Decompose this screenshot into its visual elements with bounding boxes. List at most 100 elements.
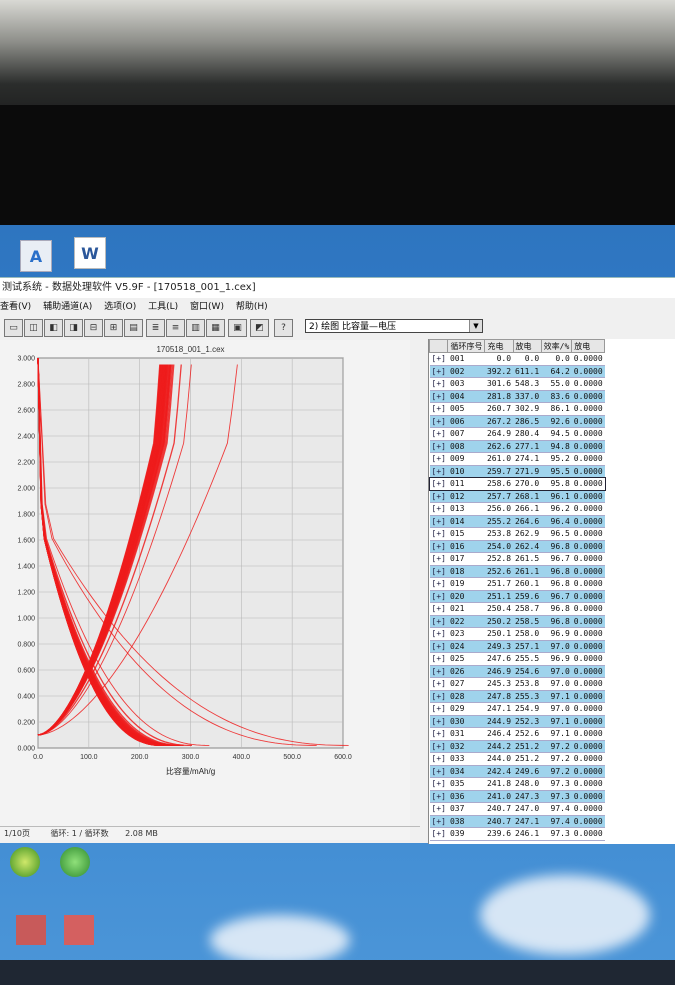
- toolbar-button-icon[interactable]: ⊞: [104, 319, 123, 337]
- toolbar-button-icon[interactable]: ≡: [166, 319, 185, 337]
- toolbar-button-icon[interactable]: ≣: [146, 319, 165, 337]
- table-row[interactable]: [+] 024 249.3 257.1 97.0 0.0000: [429, 640, 605, 653]
- expand-icon[interactable]: [+]: [429, 502, 448, 516]
- menu-window[interactable]: 窗口(W): [190, 302, 224, 312]
- expand-icon[interactable]: [+]: [429, 727, 448, 741]
- table-row[interactable]: [+] 030 244.9 252.3 97.1 0.0000: [429, 715, 605, 728]
- cycle-table-panel[interactable]: 循环序号 充电 放电 效率/% 放电 [+] 001 0.0 0.0 0.0 0.0000 [+] 0…: [428, 339, 675, 844]
- table-header-cell[interactable]: 放电: [571, 339, 606, 353]
- expand-icon[interactable]: [+]: [429, 602, 448, 616]
- table-header-cell[interactable]: 效率/%: [540, 339, 573, 353]
- table-row[interactable]: [+] 034 242.4 249.6 97.2 0.0000: [429, 765, 605, 778]
- table-row[interactable]: [+] 019 251.7 260.1 96.8 0.0000: [429, 577, 605, 591]
- toolbar-button-icon[interactable]: ▥: [186, 319, 205, 337]
- expand-icon[interactable]: [+]: [429, 615, 448, 628]
- expand-icon[interactable]: [+]: [429, 427, 448, 441]
- expand-icon[interactable]: [+]: [429, 740, 448, 753]
- plot-type-select[interactable]: 2) 绘图 比容量—电压 ▼: [305, 319, 483, 333]
- table-row[interactable]: [+] 008 262.6 277.1 94.8 0.0000: [429, 440, 605, 453]
- table-row[interactable]: [+] 037 240.7 247.0 97.4 0.0000: [429, 802, 605, 816]
- expand-icon[interactable]: [+]: [429, 677, 448, 691]
- table-row[interactable]: [+] 017 252.8 261.5 96.7 0.0000: [429, 552, 605, 566]
- table-row[interactable]: [+] 036 241.0 247.3 97.3 0.0000: [429, 790, 605, 803]
- table-row[interactable]: [+] 011 258.6 270.0 95.8 0.0000: [429, 476, 606, 491]
- expand-icon[interactable]: [+]: [429, 802, 448, 816]
- toolbar-button-icon[interactable]: ◨: [64, 319, 83, 337]
- menu-options[interactable]: 选项(O): [104, 302, 136, 312]
- help-icon[interactable]: ?: [274, 319, 293, 337]
- table-row[interactable]: [+] 012 257.7 268.1 96.1 0.0000: [429, 490, 605, 503]
- expand-icon[interactable]: [+]: [429, 527, 448, 541]
- expand-icon[interactable]: [+]: [429, 402, 448, 416]
- menu-view[interactable]: 查看(V): [0, 302, 31, 312]
- expand-icon[interactable]: [+]: [429, 490, 448, 503]
- table-row[interactable]: [+] 002 392.2 611.1 64.2 0.0000: [429, 365, 605, 378]
- table-row[interactable]: [+] 031 246.4 252.6 97.1 0.0000: [429, 727, 605, 741]
- expand-icon[interactable]: [+]: [429, 815, 448, 828]
- table-row[interactable]: [+] 014 255.2 264.6 96.4 0.0000: [429, 515, 605, 528]
- table-row[interactable]: [+] 035 241.8 248.0 97.3 0.0000: [429, 777, 605, 791]
- expand-icon[interactable]: [+]: [429, 590, 448, 603]
- table-row[interactable]: [+] 016 254.0 262.4 96.8 0.0000: [429, 540, 605, 553]
- word-document-icon[interactable]: W: [74, 237, 106, 269]
- expand-icon[interactable]: [+]: [429, 565, 448, 578]
- table-header-cell[interactable]: 循环序号: [447, 339, 486, 353]
- toolbar-button-icon[interactable]: ▤: [124, 319, 143, 337]
- table-row[interactable]: [+] 005 260.7 302.9 86.1 0.0000: [429, 402, 605, 416]
- menu-aux-channel[interactable]: 辅助通道(A): [43, 302, 92, 312]
- expand-icon[interactable]: [+]: [429, 552, 448, 566]
- table-row[interactable]: [+] 025 247.6 255.5 96.9 0.0000: [429, 652, 605, 666]
- table-row[interactable]: [+] 001 0.0 0.0 0.0 0.0000: [429, 352, 605, 366]
- expand-icon[interactable]: [+]: [429, 577, 448, 591]
- expand-icon[interactable]: [+]: [429, 627, 448, 641]
- toolbar-button-icon[interactable]: ▦: [206, 319, 225, 337]
- table-row[interactable]: [+] 039 239.6 246.1 97.3 0.0000: [429, 827, 605, 841]
- chevron-down-icon[interactable]: ▼: [469, 320, 482, 332]
- table-row[interactable]: [+] 033 244.0 251.2 97.2 0.0000: [429, 752, 605, 766]
- menu-help[interactable]: 帮助(H): [236, 302, 268, 312]
- table-row[interactable]: [+] 029 247.1 254.9 97.0 0.0000: [429, 702, 605, 716]
- table-row[interactable]: [+] 022 250.2 258.5 96.8 0.0000: [429, 615, 605, 628]
- expand-icon[interactable]: [+]: [429, 477, 448, 491]
- desktop-shortcut-icon[interactable]: [16, 915, 46, 945]
- table-row[interactable]: [+] 038 240.7 247.1 97.4 0.0000: [429, 815, 605, 828]
- expand-icon[interactable]: [+]: [429, 465, 448, 478]
- expand-icon[interactable]: [+]: [429, 365, 448, 378]
- expand-icon[interactable]: [+]: [429, 790, 448, 803]
- table-row[interactable]: [+] 013 256.0 266.1 96.2 0.0000: [429, 502, 605, 516]
- desktop-app-icon[interactable]: A: [20, 240, 52, 272]
- toolbar-button-icon[interactable]: ◧: [44, 319, 63, 337]
- table-row[interactable]: [+] 027 245.3 253.8 97.0 0.0000: [429, 677, 605, 691]
- table-header-cell[interactable]: 充电: [484, 339, 514, 353]
- toolbar-button-icon[interactable]: ◫: [24, 319, 43, 337]
- table-row[interactable]: [+] 006 267.2 286.5 92.6 0.0000: [429, 415, 605, 428]
- table-header-cell[interactable]: 放电: [512, 339, 542, 353]
- table-row[interactable]: [+] 021 250.4 258.7 96.8 0.0000: [429, 602, 605, 616]
- table-row[interactable]: [+] 026 246.9 254.6 97.0 0.0000: [429, 665, 605, 678]
- table-row[interactable]: [+] 018 252.6 261.1 96.8 0.0000: [429, 565, 605, 578]
- expand-icon[interactable]: [+]: [429, 765, 448, 778]
- desktop-shortcut-icon[interactable]: [64, 915, 94, 945]
- toolbar-button-icon[interactable]: ▣: [228, 319, 247, 337]
- table-row[interactable]: [+] 004 281.8 337.0 83.6 0.0000: [429, 390, 605, 403]
- toolbar-button-icon[interactable]: ▭: [4, 319, 23, 337]
- expand-icon[interactable]: [+]: [429, 390, 448, 403]
- table-row[interactable]: [+] 032 244.2 251.2 97.2 0.0000: [429, 740, 605, 753]
- expand-icon[interactable]: [+]: [429, 352, 448, 366]
- expand-icon[interactable]: [+]: [429, 777, 448, 791]
- table-row[interactable]: [+] 023 250.1 258.0 96.9 0.0000: [429, 627, 605, 641]
- desktop-shortcut-icon[interactable]: [10, 847, 40, 877]
- expand-icon[interactable]: [+]: [429, 702, 448, 716]
- toolbar-button-icon[interactable]: ⊟: [84, 319, 103, 337]
- expand-icon[interactable]: [+]: [429, 415, 448, 428]
- expand-icon[interactable]: [+]: [429, 640, 448, 653]
- desktop-shortcut-icon[interactable]: [60, 847, 90, 877]
- chart-icon[interactable]: ◩: [250, 319, 269, 337]
- expand-icon[interactable]: [+]: [429, 452, 448, 466]
- table-row[interactable]: [+] 009 261.0 274.1 95.2 0.0000: [429, 452, 605, 466]
- expand-icon[interactable]: [+]: [429, 665, 448, 678]
- expand-icon[interactable]: [+]: [429, 377, 448, 391]
- table-row[interactable]: [+] 010 259.7 271.9 95.5 0.0000: [429, 465, 605, 478]
- table-row[interactable]: [+] 028 247.8 255.3 97.1 0.0000: [429, 690, 605, 703]
- expand-icon[interactable]: [+]: [429, 827, 448, 841]
